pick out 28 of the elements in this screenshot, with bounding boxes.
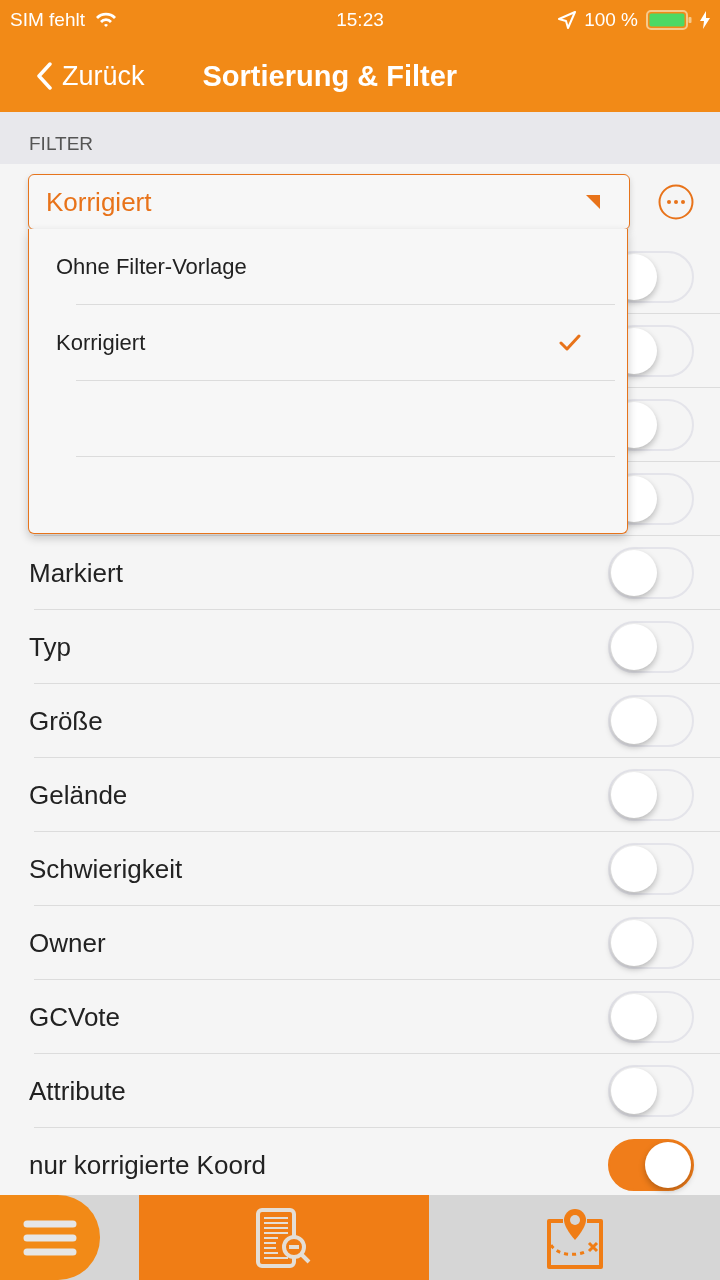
dropdown-option[interactable]: Korrigiert	[29, 305, 627, 381]
menu-button[interactable]	[0, 1195, 100, 1280]
map-pin-icon	[544, 1206, 605, 1269]
battery-icon	[646, 10, 692, 30]
filter-label: Typ	[29, 631, 71, 663]
carrier-text: SIM fehlt	[10, 9, 85, 31]
list-tab[interactable]	[138, 1195, 430, 1280]
filter-label: Markiert	[29, 557, 123, 589]
charging-bolt-icon	[700, 11, 710, 29]
dropdown-option[interactable]: Ohne Filter-Vorlage	[29, 229, 627, 305]
clock-time: 15:23	[336, 9, 384, 31]
filter-label: Owner	[29, 927, 106, 959]
battery-percentage: 100 %	[584, 9, 638, 31]
filter-label: Größe	[29, 705, 103, 737]
location-arrow-icon	[558, 11, 577, 29]
back-chevron-icon	[36, 62, 52, 90]
filter-label: Schwierigkeit	[29, 853, 183, 885]
filter-label: GCVote	[29, 1001, 121, 1033]
wifi-icon	[95, 12, 117, 28]
filter-label: Gelände	[29, 779, 128, 811]
section-header: FILTER	[29, 133, 94, 155]
caret-icon	[585, 194, 601, 210]
toggle-switch[interactable]	[608, 1139, 694, 1191]
screen-title: Sortierung & Filter	[202, 59, 458, 93]
more-options-icon[interactable]	[658, 184, 694, 220]
menu-icon	[22, 1218, 77, 1257]
filter-label: nur korrigierte Koord	[29, 1149, 266, 1181]
filter-label: Attribute	[29, 1075, 126, 1107]
